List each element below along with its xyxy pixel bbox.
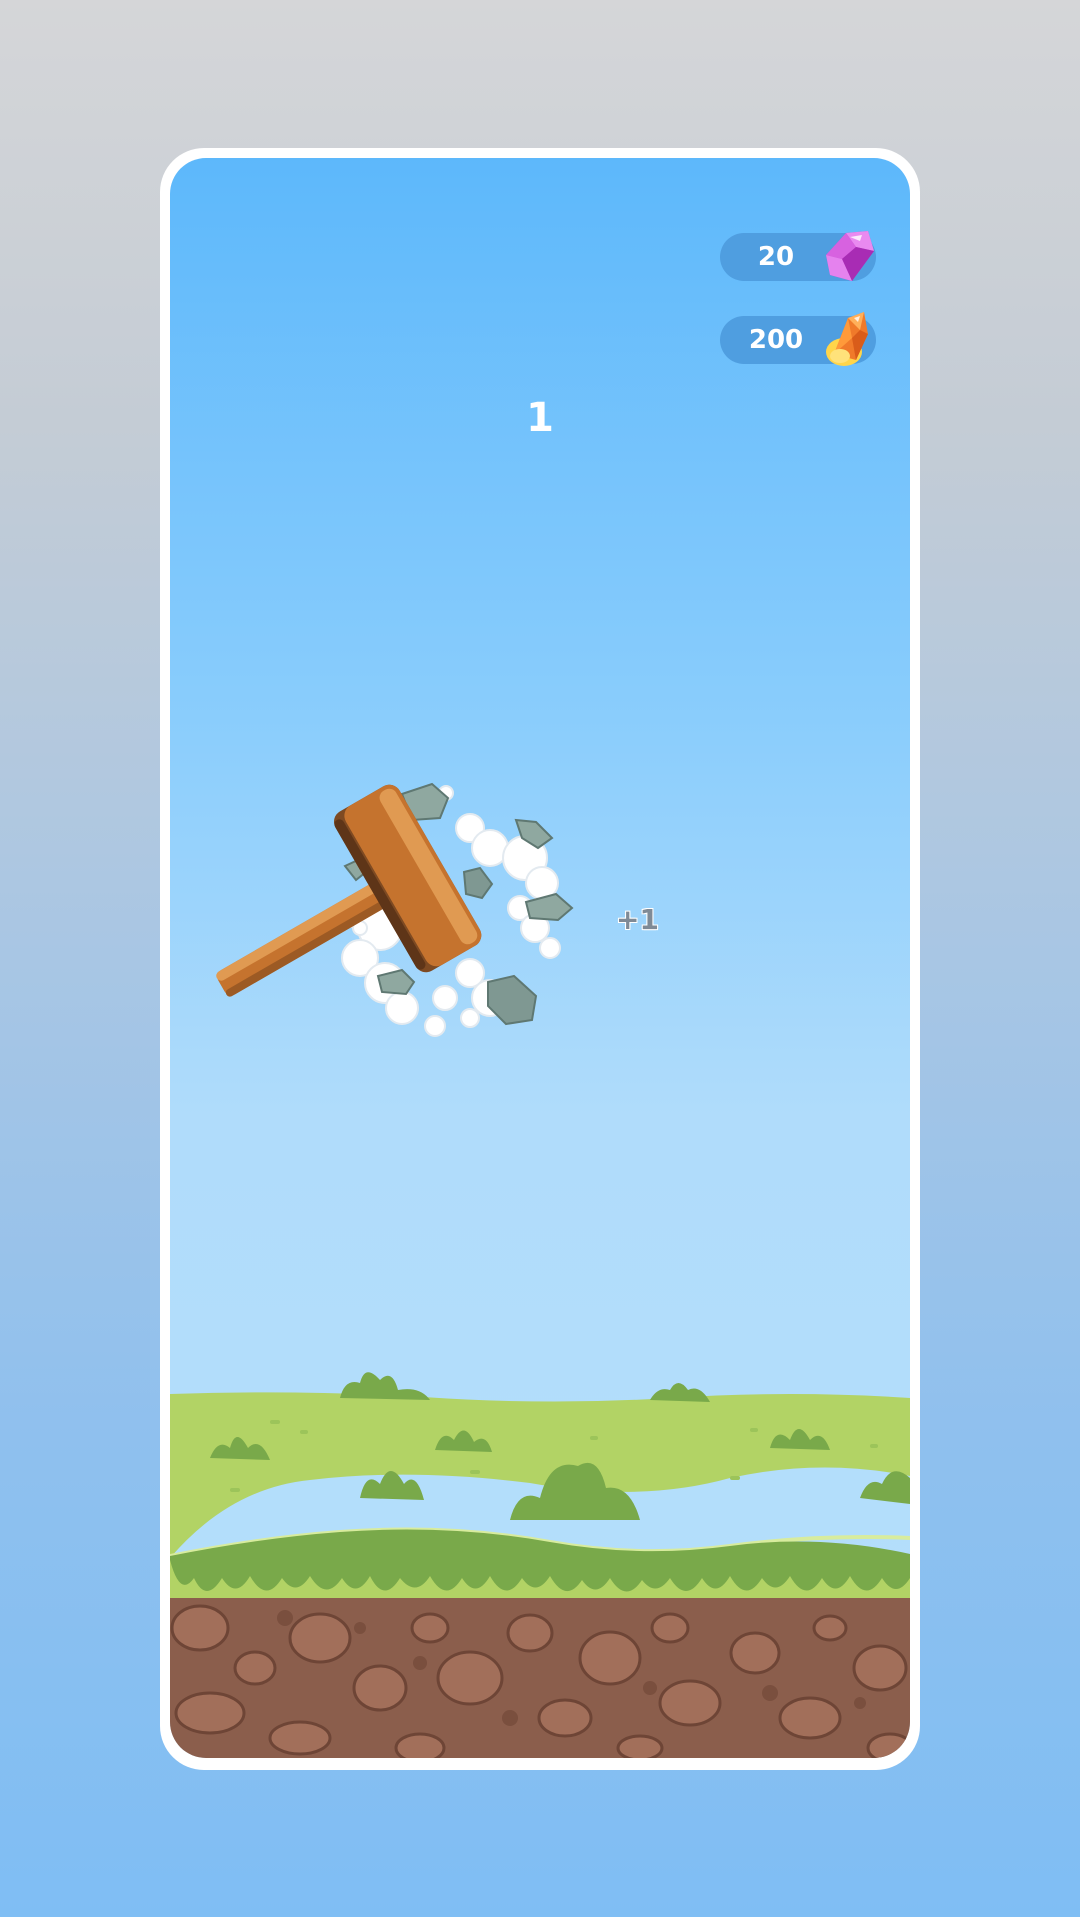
ground [170,1588,910,1758]
score-counter: 1 [526,395,554,441]
game-screen[interactable]: 20 200 1 +1 [170,158,910,1758]
phone-frame: 20 200 1 +1 [160,148,920,1770]
hit-feedback-text: +1 [616,903,659,936]
pink-crystal-icon [826,231,874,281]
coin-counter[interactable]: 200 [720,312,876,366]
grass [170,1372,910,1598]
orange-crystal-icon [826,312,868,366]
gem-counter[interactable]: 20 [720,231,876,281]
